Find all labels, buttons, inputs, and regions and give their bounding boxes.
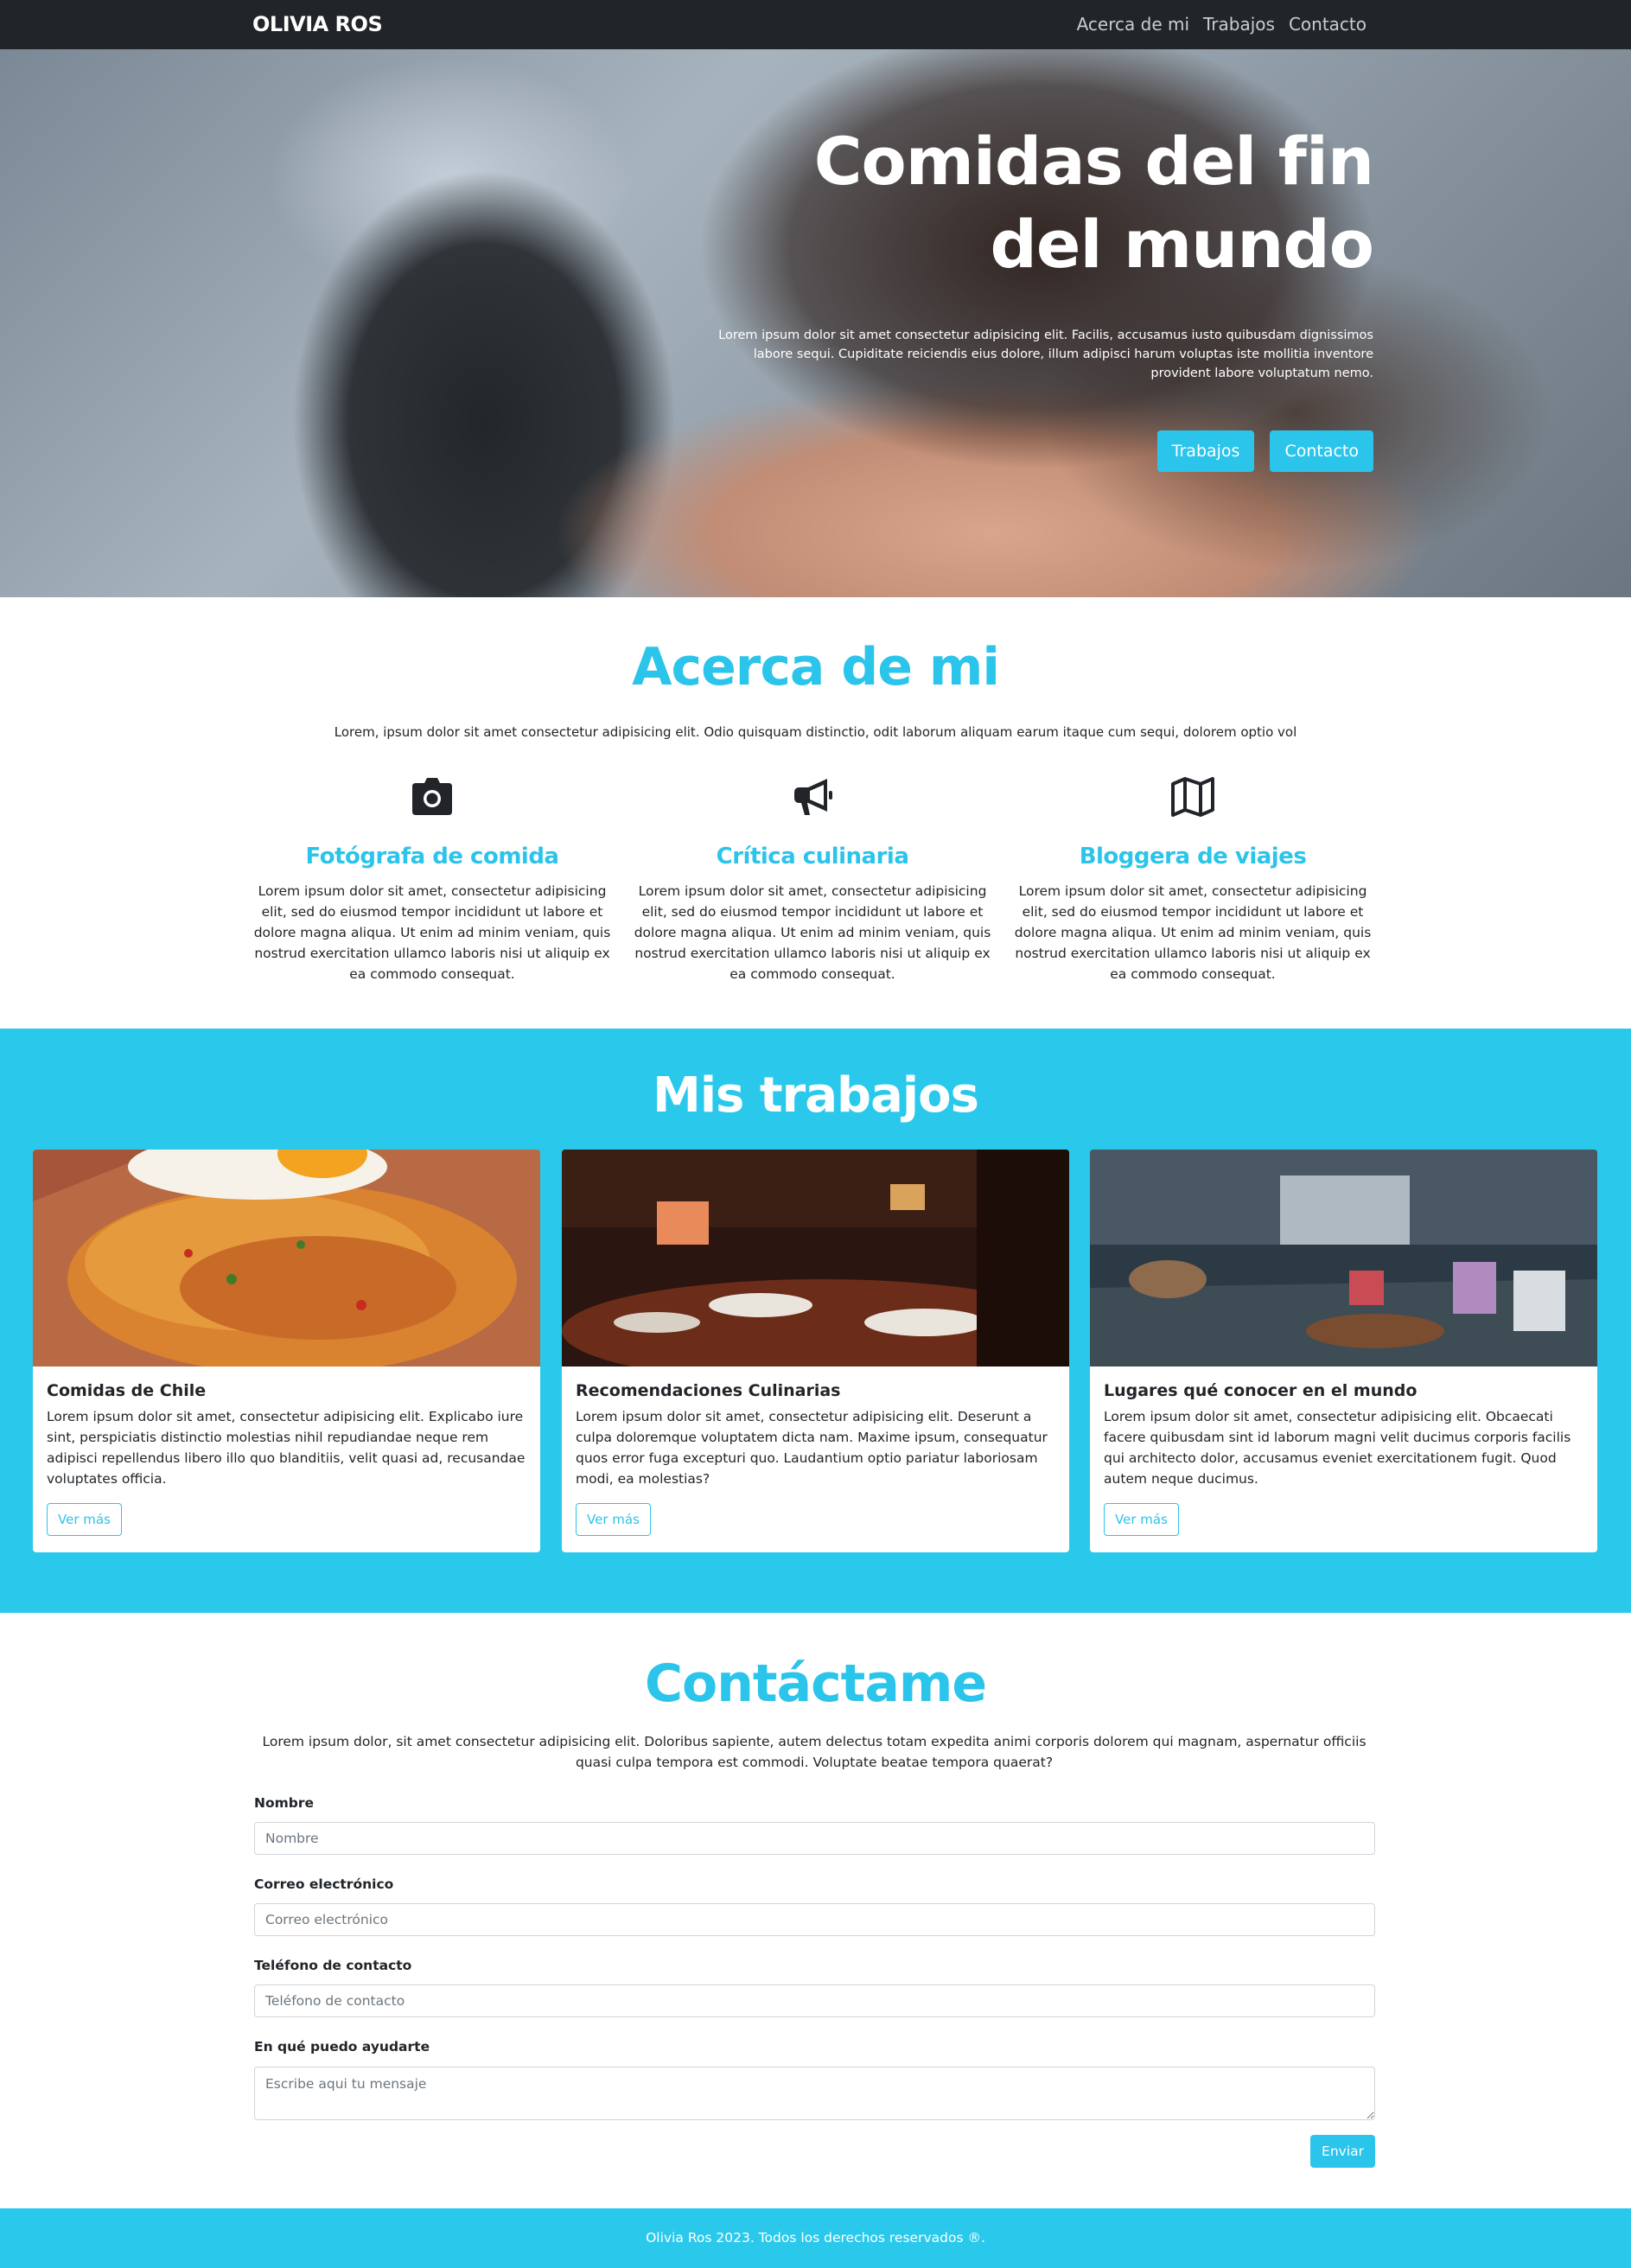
feature-text: Lorem ipsum dolor sit amet, consectetur … xyxy=(634,883,991,982)
restaurant-photo xyxy=(562,1150,1069,1367)
email-field[interactable] xyxy=(254,1903,1375,1936)
megaphone-icon xyxy=(794,779,832,815)
message-field[interactable] xyxy=(254,2067,1375,2120)
contact-lead: Lorem ipsum dolor, sit amet consectetur … xyxy=(262,1734,1367,1770)
nav-link-about[interactable]: Acerca de mi xyxy=(1077,10,1189,38)
email-label: Correo electrónico xyxy=(254,1876,394,1892)
feature-food-photographer: Fotógrafa de comida Lorem ipsum dolor si… xyxy=(251,774,614,984)
phone-field[interactable] xyxy=(254,1984,1375,2017)
card-body: Lugares qué conocer en el mundo Lorem ip… xyxy=(1090,1367,1597,1548)
works-section: Mis trabajos Comidas de Chile Lorem ipsu… xyxy=(0,1029,1631,1613)
feature-title: Crítica culinaria xyxy=(716,844,909,870)
nav-link-contact[interactable]: Contacto xyxy=(1289,10,1367,38)
nav-link-works[interactable]: Trabajos xyxy=(1203,10,1275,38)
hero-title: Comidas del fin del mundo xyxy=(768,120,1374,286)
card-text: Lorem ipsum dolor sit amet, consectetur … xyxy=(576,1409,1048,1487)
phone-label: Teléfono de contacto xyxy=(254,1958,412,1973)
send-button[interactable]: Enviar xyxy=(1310,2135,1375,2168)
hero-buttons: Trabajos Contacto xyxy=(1156,430,1373,472)
hero-contact-button[interactable]: Contacto xyxy=(1270,430,1373,472)
footer-copyright: Olivia Ros 2023. Todos los derechos rese… xyxy=(646,2230,985,2246)
work-card-places-to-visit: Lugares qué conocer en el mundo Lorem ip… xyxy=(1090,1150,1597,1552)
footer: Olivia Ros 2023. Todos los derechos rese… xyxy=(0,2208,1631,2268)
map-icon xyxy=(1171,777,1214,817)
feature-title: Fotógrafa de comida xyxy=(305,844,559,870)
hero-banner: Comidas del fin del mundo Lorem ipsum do… xyxy=(0,49,1631,597)
message-label: En qué puedo ayudarte xyxy=(254,2039,430,2055)
card-text: Lorem ipsum dolor sit amet, consectetur … xyxy=(47,1409,526,1487)
about-title: Acerca de mi xyxy=(632,637,1000,698)
name-label: Nombre xyxy=(254,1795,315,1811)
camera-icon xyxy=(412,778,452,815)
name-field[interactable] xyxy=(254,1822,1375,1855)
works-title: Mis trabajos xyxy=(653,1067,979,1124)
feature-text: Lorem ipsum dolor sit amet, consectetur … xyxy=(253,883,611,982)
card-title: Comidas de Chile xyxy=(47,1381,207,1400)
hero-works-button[interactable]: Trabajos xyxy=(1156,430,1255,472)
feature-title: Bloggera de viajes xyxy=(1079,844,1307,870)
card-title: Lugares qué conocer en el mundo xyxy=(1104,1381,1418,1400)
hero-description: Lorem ipsum dolor sit amet consectetur a… xyxy=(718,328,1373,380)
feature-food-critic: Crítica culinaria Lorem ipsum dolor sit … xyxy=(631,774,994,984)
feature-travel-blogger: Bloggera de viajes Lorem ipsum dolor sit… xyxy=(1011,774,1374,984)
hero-title-line-1: Comidas del fin xyxy=(813,123,1374,200)
hero-title-line-2: del mundo xyxy=(990,206,1374,283)
see-more-button[interactable]: Ver más xyxy=(1104,1503,1179,1536)
food-photo xyxy=(33,1150,540,1367)
card-body: Recomendaciones Culinarias Lorem ipsum d… xyxy=(562,1367,1069,1548)
market-photo xyxy=(1090,1150,1597,1367)
nav-links: Acerca de mi Trabajos Contacto xyxy=(1077,10,1367,38)
brand-logo[interactable]: OLIVIA ROS xyxy=(252,10,383,38)
feature-text: Lorem ipsum dolor sit amet, consectetur … xyxy=(1014,883,1372,982)
contact-title: Contáctame xyxy=(644,1653,987,1714)
see-more-button[interactable]: Ver más xyxy=(576,1503,651,1536)
navbar: OLIVIA ROS Acerca de mi Trabajos Contact… xyxy=(0,0,1631,49)
card-body: Comidas de Chile Lorem ipsum dolor sit a… xyxy=(33,1367,540,1548)
work-card-chile-food: Comidas de Chile Lorem ipsum dolor sit a… xyxy=(33,1150,540,1552)
card-title: Recomendaciones Culinarias xyxy=(576,1381,841,1400)
card-text: Lorem ipsum dolor sit amet, consectetur … xyxy=(1104,1409,1571,1487)
work-card-culinary-recommendations: Recomendaciones Culinarias Lorem ipsum d… xyxy=(562,1150,1069,1552)
about-lead: Lorem, ipsum dolor sit amet consectetur … xyxy=(334,724,1297,740)
see-more-button[interactable]: Ver más xyxy=(47,1503,122,1536)
